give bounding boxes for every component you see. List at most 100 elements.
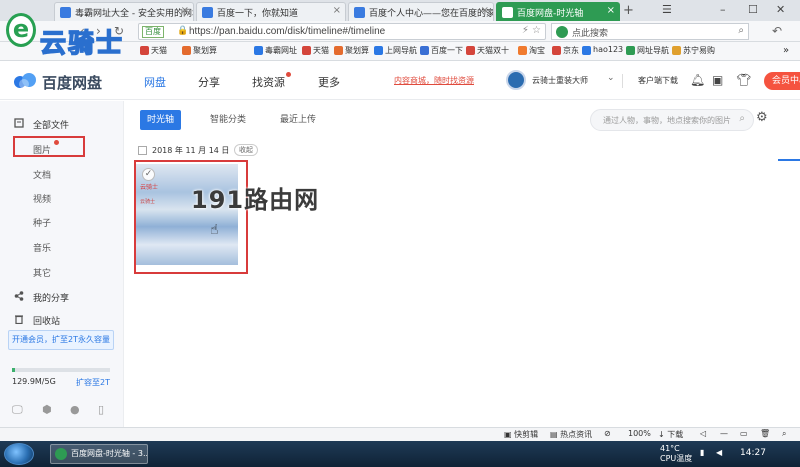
address-bar[interactable]: 百度 🔒 https://pan.baidu.com/disk/timeline… (138, 23, 546, 40)
tab-close-icon[interactable]: × (607, 5, 615, 16)
bookmark-item[interactable]: 百度一下 (420, 45, 463, 56)
bell-icon[interactable]: 🔔︎ (690, 73, 705, 87)
nav-tab-more[interactable]: 更多 (318, 74, 340, 90)
nav-tab-resources[interactable]: 找资源 (252, 72, 291, 90)
browser-search-box[interactable]: 点此搜索 ⌕ (551, 23, 749, 40)
bookmark-item[interactable]: 苏宁易购 (672, 45, 715, 56)
menu-icon[interactable]: ☰ (662, 3, 672, 16)
bookmark-item[interactable]: hao123 (582, 45, 623, 55)
desktop-icon[interactable]: 🖵︎ (12, 403, 23, 417)
notification-dot (286, 72, 291, 77)
collapse-button[interactable]: 收起 (234, 144, 258, 156)
new-tab-icon[interactable]: + (623, 3, 634, 18)
taskbar-clock[interactable]: 14:27 (740, 448, 766, 458)
mute-icon[interactable]: ◁ (700, 429, 706, 438)
browser-tab[interactable]: 百度个人中心——您在百度的家 × (348, 2, 494, 21)
bookmark-item[interactable]: 上网导航 (374, 45, 417, 56)
bookmark-item[interactable]: 聚划算 (334, 45, 369, 56)
bookmark-icon (420, 46, 429, 55)
maximize-icon[interactable]: ☐ (748, 3, 758, 16)
cpu-temperature[interactable]: 41°C CPU温度 (660, 444, 692, 464)
browser-tab[interactable]: 百度一下，你就知道 × (196, 2, 346, 21)
quick-clip-button[interactable]: ▣ 快剪辑 (504, 429, 538, 440)
bookmarks-more-icon[interactable]: » (772, 45, 789, 56)
files-icon (14, 118, 24, 128)
bookmark-item[interactable]: 天猫 (302, 45, 329, 56)
bookmark-item[interactable]: 天猫 (140, 45, 167, 56)
nav-tab-disk[interactable]: 网盘 (144, 74, 166, 90)
undo-icon[interactable]: ↶ (772, 24, 782, 38)
client-download-link[interactable]: 客户端下载 (638, 75, 678, 86)
hot-news-button[interactable]: ▤ 热点资讯 (550, 429, 592, 440)
url-text[interactable]: https://pan.baidu.com/disk/timeline#/tim… (189, 26, 385, 37)
forward-icon[interactable]: › (96, 24, 101, 38)
ipad-icon[interactable]: ▯ (98, 403, 104, 416)
vip-upgrade-button[interactable]: 开通会员，扩至2T永久容量 (8, 330, 114, 350)
chevron-down-icon[interactable]: ⌄ (607, 73, 615, 83)
tab-favicon-icon (60, 7, 71, 18)
sidebar-item-recycle-bin[interactable]: 回收站 (0, 309, 124, 331)
sidebar-item-my-shares[interactable]: 我的分享 (0, 286, 124, 308)
check-icon[interactable]: ✓ (142, 168, 155, 181)
star-icon[interactable]: ⚡ ☆ (522, 25, 541, 36)
network-icon[interactable]: ▮ (700, 448, 704, 457)
sidebar-item-other[interactable]: 其它 (0, 261, 124, 283)
sidebar-item-music[interactable]: 音乐 (0, 236, 124, 258)
android-icon[interactable]: ⬢ (42, 403, 52, 416)
bookmark-item[interactable]: 淘宝 (518, 45, 545, 56)
tab-recent-uploads[interactable]: 最近上传 (280, 110, 316, 130)
image-search-input[interactable]: 通过人物，事物，地点搜索你的图片 ⌕ (590, 109, 754, 131)
avatar[interactable] (506, 70, 526, 90)
apple-icon[interactable]: ● (70, 403, 80, 416)
gear-icon[interactable]: ⚙ (756, 110, 768, 125)
bookmark-item[interactable]: 网址导航 (626, 45, 669, 56)
expand-storage-link[interactable]: 扩容至2T (76, 377, 110, 388)
minimize-panel-icon[interactable]: — (720, 429, 728, 438)
sidebar-item-documents[interactable]: 文档 (0, 163, 124, 185)
volume-icon[interactable]: ◀ (716, 448, 722, 457)
bookmark-item[interactable]: 京东 (552, 45, 579, 56)
start-button[interactable] (4, 443, 34, 465)
search-icon[interactable]: ⌕ (738, 25, 744, 36)
tab-close-icon[interactable]: × (181, 5, 189, 16)
download-button[interactable]: ↓ 下载 (658, 429, 683, 440)
tab-close-icon[interactable]: × (333, 5, 341, 16)
clipboard-icon[interactable]: ▣ (712, 73, 723, 87)
bookmark-item[interactable]: 天猫双十 (466, 45, 509, 56)
tab-smart-categories[interactable]: 智能分类 (210, 110, 246, 130)
bookmark-icon (582, 46, 591, 55)
select-date-checkbox[interactable] (138, 146, 147, 155)
back-icon[interactable]: ‹ (80, 24, 85, 38)
close-window-icon[interactable]: ✕ (776, 3, 785, 16)
search-icon[interactable]: ⌕ (739, 113, 745, 124)
browser-tab[interactable]: 毒霸网址大全 - 安全实用的网址 × (54, 2, 194, 21)
tab-close-icon[interactable]: × (481, 5, 489, 16)
nav-tab-share[interactable]: 分享 (198, 74, 220, 90)
taskbar-app-button[interactable]: 百度网盘-时光轴 - 3... (50, 444, 148, 464)
username[interactable]: 云骑士重装大师 (532, 75, 588, 86)
search-engine-icon[interactable] (556, 26, 568, 38)
minimize-icon[interactable]: – (720, 3, 726, 16)
bookmark-item[interactable]: 毒霸网址 (254, 45, 297, 56)
clear-icon[interactable]: 🗑︎ (760, 429, 770, 438)
browser-app-icon (55, 448, 67, 460)
bookmark-item[interactable]: 聚划算 (182, 45, 217, 56)
restore-icon[interactable]: ▭ (740, 429, 748, 438)
zoom-level[interactable]: 100% (628, 429, 651, 438)
adblock-icon[interactable]: ⊘ (604, 429, 611, 438)
vip-center-button[interactable]: 会员中心 (764, 72, 800, 90)
tab-timeline[interactable]: 时光轴 (140, 110, 182, 130)
bookmark-icon (254, 46, 263, 55)
sidebar-item-all-files[interactable]: 全部文件 (0, 113, 124, 135)
zoom-icon[interactable]: ⌕ (782, 429, 786, 439)
promo-link[interactable]: 内容商城，随时找资源 (394, 75, 474, 86)
refresh-icon[interactable]: ↻ (114, 24, 124, 38)
bookmark-icon (552, 46, 561, 55)
thumbnail-text: 云骑士 (140, 184, 159, 191)
app-header: 百度网盘 网盘 分享 找资源 更多 内容商城，随时找资源 云骑士重装大师 ⌄ 客… (0, 62, 800, 100)
site-badge: 百度 (142, 26, 164, 38)
tshirt-icon[interactable]: 👕︎ (736, 73, 751, 87)
browser-tab-active[interactable]: 百度网盘-时光轴 × (496, 2, 620, 21)
sidebar-item-torrents[interactable]: 种子 (0, 211, 124, 233)
sidebar-item-videos[interactable]: 视频 (0, 187, 124, 209)
